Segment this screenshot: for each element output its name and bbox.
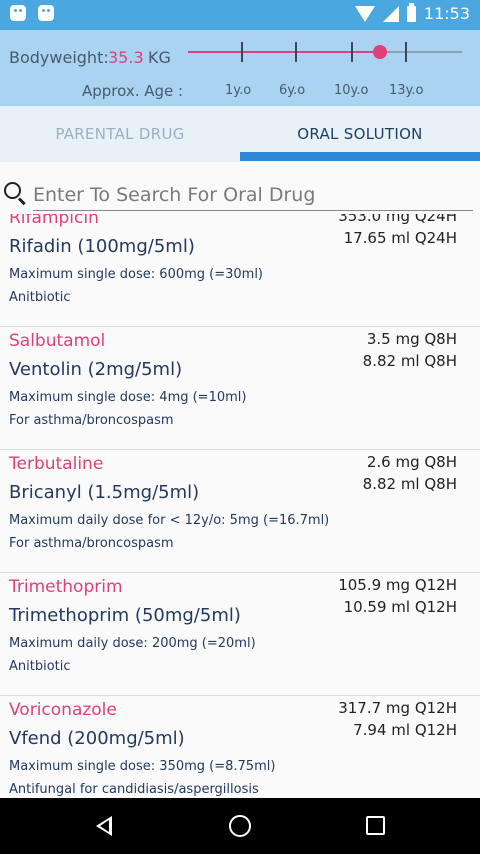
slider-thumb[interactable] xyxy=(373,45,387,59)
max-dose: Maximum single dose: 4mg (=10ml) xyxy=(9,390,247,405)
drug-note: For asthma/broncospasm xyxy=(9,413,174,428)
search-bar xyxy=(0,162,480,214)
drug-list-item[interactable]: Voriconazole Vfend (200mg/5ml) Maximum s… xyxy=(0,696,480,798)
android-icon xyxy=(38,5,54,21)
dose-ml: 8.82 ml Q8H xyxy=(362,475,457,493)
dose-mg: 2.6 mg Q8H xyxy=(366,453,457,471)
bodyweight-value: 35.3 xyxy=(108,48,144,67)
drug-note: Anitbiotic xyxy=(9,659,71,674)
brand-name: Ventolin (2mg/5ml) xyxy=(9,359,183,380)
drug-list-item[interactable]: Trimethoprim Trimethoprim (50mg/5ml) Max… xyxy=(0,573,480,696)
age-tick-label: 6y.o xyxy=(279,83,306,98)
age-tick-label: 10y.o xyxy=(334,83,369,98)
drug-note: Antifungal for candidiasis/aspergillosis xyxy=(9,782,259,797)
dose-ml: 7.94 ml Q12H xyxy=(353,721,457,739)
brand-name: Vfend (200mg/5ml) xyxy=(9,728,185,749)
brand-name: Bricanyl (1.5mg/5ml) xyxy=(9,482,200,503)
slider-tick-mark xyxy=(241,42,243,62)
signal-icon xyxy=(382,5,399,22)
max-dose: Maximum single dose: 600mg (=30ml) xyxy=(9,267,264,282)
dose-mg: 105.9 mg Q12H xyxy=(338,576,457,594)
generic-name: Rifampicin xyxy=(9,214,99,228)
slider-tick-mark xyxy=(405,42,407,62)
generic-name: Salbutamol xyxy=(9,331,106,351)
selected-tab-indicator xyxy=(240,152,480,161)
dose-ml: 17.65 ml Q24H xyxy=(343,229,457,247)
dose-mg: 353.0 mg Q24H xyxy=(338,214,457,225)
android-icon xyxy=(10,5,26,21)
generic-name: Terbutaline xyxy=(9,454,104,474)
battery-icon xyxy=(406,2,416,22)
drug-note: Anitbiotic xyxy=(9,290,71,305)
slider-tick-mark xyxy=(295,42,297,62)
clock: 11:53 xyxy=(423,4,470,23)
age-tick-label: 1y.o xyxy=(225,83,252,98)
bodyweight-unit: KG xyxy=(148,48,171,67)
brand-name: Trimethoprim (50mg/5ml) xyxy=(9,605,241,626)
back-icon[interactable] xyxy=(96,816,112,836)
home-icon[interactable] xyxy=(229,815,251,837)
navigation-bar xyxy=(0,798,480,854)
drug-list[interactable]: Rifampicin Rifadin (100mg/5ml) Maximum s… xyxy=(0,214,480,798)
max-dose: Maximum daily dose for < 12y/o: 5mg (=16… xyxy=(9,513,330,528)
generic-name: Voriconazole xyxy=(9,700,117,720)
age-tick-label: 13y.o xyxy=(389,83,424,98)
brand-name: Rifadin (100mg/5ml) xyxy=(9,236,195,257)
tab-parental-drug[interactable]: PARENTAL DRUG xyxy=(0,106,240,162)
status-bar: 11:53 xyxy=(0,0,480,30)
max-dose: Maximum single dose: 350mg (=8.75ml) xyxy=(9,759,276,774)
generic-name: Trimethoprim xyxy=(9,577,123,597)
bodyweight-label: Bodyweight: xyxy=(9,48,109,67)
max-dose: Maximum daily dose: 200mg (=20ml) xyxy=(9,636,256,651)
slider-track-rest xyxy=(380,51,462,53)
dose-mg: 317.7 mg Q12H xyxy=(338,699,457,717)
wifi-icon xyxy=(354,5,375,22)
search-input[interactable] xyxy=(33,180,473,211)
dose-ml: 8.82 ml Q8H xyxy=(362,352,457,370)
drug-list-item[interactable]: Terbutaline Bricanyl (1.5mg/5ml) Maximum… xyxy=(0,450,480,573)
dose-mg: 3.5 mg Q8H xyxy=(366,330,457,348)
search-icon[interactable] xyxy=(4,182,21,199)
drug-list-item[interactable]: Salbutamol Ventolin (2mg/5ml) Maximum si… xyxy=(0,327,480,450)
dose-ml: 10.59 ml Q12H xyxy=(343,598,457,616)
bodyweight-header: Bodyweight: 35.3 KG Approx. Age : 1y.o 6… xyxy=(0,30,480,106)
slider-tick-mark xyxy=(351,42,353,62)
age-label: Approx. Age : xyxy=(82,82,184,100)
drug-list-item[interactable]: Rifampicin Rifadin (100mg/5ml) Maximum s… xyxy=(0,214,480,327)
recent-apps-icon[interactable] xyxy=(366,816,385,835)
drug-note: For asthma/broncospasm xyxy=(9,536,174,551)
